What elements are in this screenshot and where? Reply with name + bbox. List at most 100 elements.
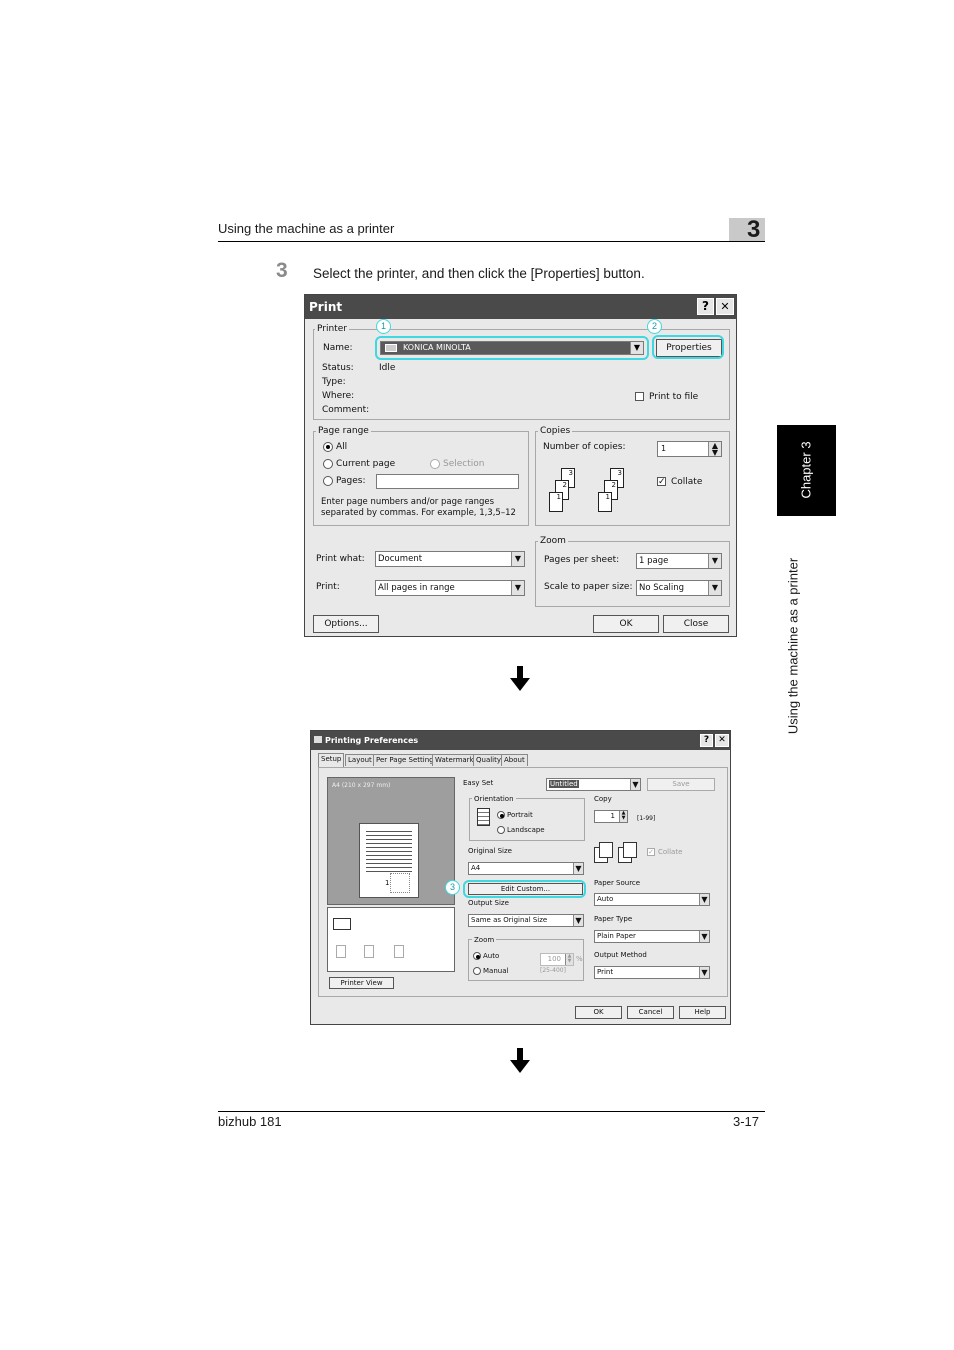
portrait-label: Portrait xyxy=(507,811,533,819)
close-button[interactable]: Close xyxy=(663,615,729,633)
pages-radio[interactable] xyxy=(323,476,333,486)
option-icon-3 xyxy=(394,945,404,958)
pages-label: Pages: xyxy=(336,476,366,486)
copy-label: Copy xyxy=(594,795,612,803)
paper-type-value: Plain Paper xyxy=(597,932,636,940)
zoom-spinner[interactable]: ▲ ▼ xyxy=(565,954,573,965)
header-rule xyxy=(218,241,765,242)
print-to-file-label: Print to file xyxy=(649,392,699,402)
output-size-select[interactable]: Same as Original Size ▼ xyxy=(468,914,584,927)
output-method-value: Print xyxy=(597,968,614,976)
preview-caption: A4 (210 x 297 mm) xyxy=(332,782,391,789)
printer-group-label: Printer xyxy=(315,324,349,334)
cancel-button[interactable]: Cancel xyxy=(627,1006,674,1019)
output-method-select[interactable]: Print ▼ xyxy=(594,966,710,979)
current-page-radio[interactable] xyxy=(323,459,333,469)
printer-view-pane xyxy=(327,907,455,972)
scale-value: No Scaling xyxy=(639,583,685,593)
close-icon[interactable]: ✕ xyxy=(716,298,734,315)
easy-set-select[interactable]: Untitled ▼ xyxy=(546,778,641,791)
help-button[interactable]: ? xyxy=(697,298,714,315)
callout-1: 1 xyxy=(376,319,391,334)
pages-per-sheet-value: 1 page xyxy=(639,556,669,566)
tab-watermark[interactable]: Watermark xyxy=(432,754,477,766)
footer-page-number: 3-17 xyxy=(733,1114,760,1129)
print-dialog: Print ? ✕ Printer Name: KONICA MINOLTA ▼… xyxy=(304,294,737,637)
highlight-edit-custom xyxy=(463,880,586,898)
pages-input[interactable] xyxy=(376,474,519,489)
save-button[interactable]: Save xyxy=(647,778,715,791)
zoom-value: 100 xyxy=(547,955,561,963)
tab-about[interactable]: About xyxy=(501,754,528,766)
copy-spinner[interactable]: ▲ ▼ xyxy=(619,811,627,822)
print-what-label: Print what: xyxy=(316,554,365,564)
print-what-select[interactable]: Document ▼ xyxy=(375,551,525,567)
zoom-label: Zoom xyxy=(538,536,568,546)
zoom-input[interactable]: 100 ▲ ▼ xyxy=(540,953,574,966)
chevron-down-icon[interactable]: ▼ xyxy=(699,931,709,942)
chevron-down-icon[interactable]: ▼ xyxy=(708,554,721,568)
original-size-select[interactable]: A4 ▼ xyxy=(468,862,584,875)
paper-type-label: Paper Type xyxy=(594,915,633,923)
printer-icon xyxy=(314,736,322,743)
landscape-label: Landscape xyxy=(507,826,545,834)
paper-type-select[interactable]: Plain Paper ▼ xyxy=(594,930,710,943)
tab-per-page-setting[interactable]: Per Page Setting xyxy=(373,754,437,766)
chevron-down-icon[interactable]: ▼ xyxy=(573,863,583,874)
running-header: Using the machine as a printer xyxy=(218,221,395,236)
original-size-value: A4 xyxy=(471,864,481,872)
printer-device-icon xyxy=(333,918,351,930)
chevron-down-icon[interactable]: ▼ xyxy=(511,581,524,595)
printer-view-button[interactable]: Printer View xyxy=(329,977,394,989)
tab-layout[interactable]: Layout xyxy=(345,754,375,766)
print-pages-select[interactable]: All pages in range ▼ xyxy=(375,580,525,596)
orientation-label: Orientation xyxy=(472,795,516,803)
ok-button[interactable]: OK xyxy=(575,1006,622,1019)
num-copies-label: Number of copies: xyxy=(543,442,626,452)
copy-input[interactable]: 1 ▲ ▼ xyxy=(594,810,628,823)
selection-radio[interactable] xyxy=(430,459,440,469)
close-icon[interactable]: ✕ xyxy=(715,734,729,747)
chevron-down-icon[interactable]: ▼ xyxy=(630,779,640,790)
help-text-button[interactable]: Help xyxy=(679,1006,726,1019)
portrait-radio[interactable] xyxy=(497,811,505,819)
chevron-down-icon[interactable]: ▼ xyxy=(699,967,709,978)
callout-3: 3 xyxy=(445,880,460,895)
tab-setup[interactable]: Setup xyxy=(318,753,345,767)
all-radio[interactable] xyxy=(323,442,333,452)
preview-sheet: 1 xyxy=(359,823,419,898)
range-hint-line-1: Enter page numbers and/or page ranges xyxy=(321,497,495,507)
help-button[interactable]: ? xyxy=(700,734,713,747)
zoom-range: [25-400] xyxy=(540,967,566,974)
chevron-down-icon[interactable]: ▼ xyxy=(511,552,524,566)
option-icon-1 xyxy=(336,945,346,958)
scale-select[interactable]: No Scaling ▼ xyxy=(636,580,722,596)
portrait-page-icon xyxy=(477,808,490,826)
print-pages-value: All pages in range xyxy=(378,583,455,593)
print-dialog-title: Print xyxy=(309,300,343,314)
copies-spinner[interactable]: ▲ ▼ xyxy=(708,442,721,456)
ok-button[interactable]: OK xyxy=(593,615,659,633)
collate-checkbox[interactable]: ✓ xyxy=(657,477,666,487)
zoom-manual-label: Manual xyxy=(483,967,509,975)
zoom-group xyxy=(535,541,730,607)
zoom-auto-radio[interactable] xyxy=(473,952,481,960)
chevron-down-icon[interactable]: ▼ xyxy=(708,581,721,595)
num-copies-input[interactable]: 1 ▲ ▼ xyxy=(657,441,722,457)
paper-source-select[interactable]: Auto ▼ xyxy=(594,893,710,906)
name-label: Name: xyxy=(323,343,353,353)
num-copies-value: 1 xyxy=(661,444,667,453)
collate-checkbox[interactable]: ✓ xyxy=(647,848,655,856)
options-button[interactable]: Options... xyxy=(313,615,379,633)
chevron-down-icon[interactable]: ▼ xyxy=(573,915,583,926)
all-label: All xyxy=(336,442,348,452)
landscape-radio[interactable] xyxy=(497,826,505,834)
zoom-manual-radio[interactable] xyxy=(473,967,481,975)
pages-per-sheet-select[interactable]: 1 page ▼ xyxy=(636,553,722,569)
easy-set-value: Untitled xyxy=(549,780,579,788)
tab-quality[interactable]: Quality xyxy=(473,754,505,766)
pages-per-sheet-label: Pages per sheet: xyxy=(544,555,620,565)
print-to-file-checkbox[interactable] xyxy=(635,392,644,401)
copy-value: 1 xyxy=(610,812,615,820)
chevron-down-icon[interactable]: ▼ xyxy=(699,894,709,905)
